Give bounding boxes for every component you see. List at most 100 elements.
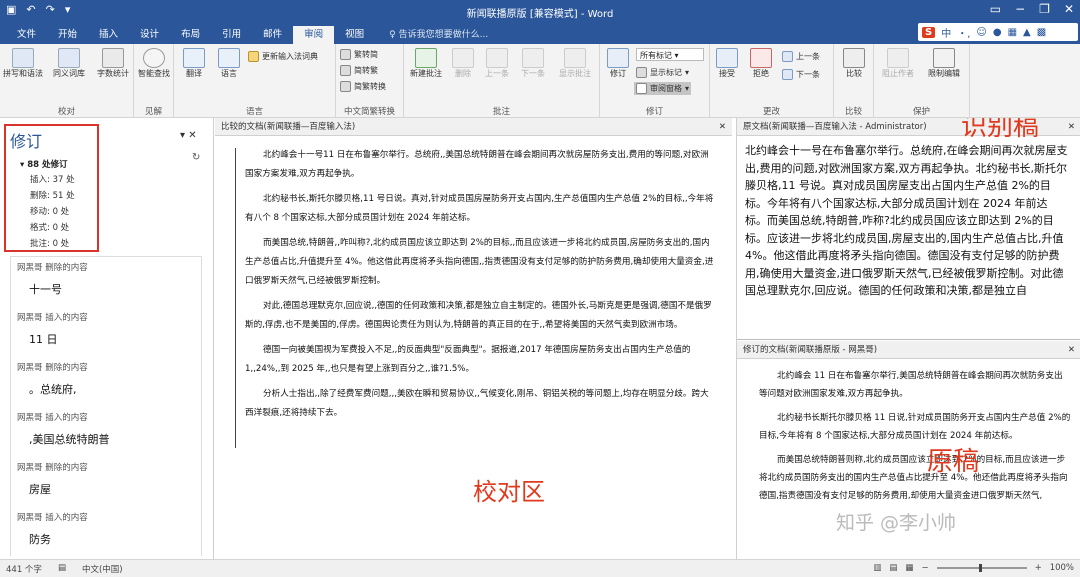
move-count: 移动: 0 处 [30, 207, 70, 217]
tab-layout[interactable]: 布局 [170, 26, 211, 44]
reject-button[interactable]: 拒绝 [746, 48, 776, 79]
compared-document-body[interactable]: 北约峰会十一号11 日在布鲁塞尔举行。总统府,,美国总统特朗普在峰会期间再次就房… [215, 136, 732, 448]
word-count[interactable]: 441 个字 [6, 563, 42, 575]
spelling-button[interactable]: 拼写和语法 [2, 48, 44, 79]
keyboard-icon[interactable]: ▦ [1008, 27, 1017, 38]
list-item[interactable]: 网黑哥 插入的内容 11 日 [17, 311, 88, 347]
punct-icon[interactable]: ・, [957, 25, 970, 40]
tab-review[interactable]: 审阅 [293, 26, 335, 44]
language-button[interactable]: 语言 [212, 48, 246, 79]
dictionary-icon [248, 51, 259, 62]
group-insights: 智能查找 见解 [134, 44, 174, 118]
delete-comment-button[interactable]: 删除 [448, 48, 478, 79]
chevron-down-icon: ▾ [685, 68, 690, 77]
trad-to-simp-icon [340, 49, 351, 60]
revised-document-body[interactable]: 北约峰会 11 日在布鲁塞尔举行,美国总统特朗普在峰会期间再次就防务支出等问题对… [737, 359, 1080, 505]
proofing-status-icon[interactable]: ▤ [58, 563, 66, 575]
tab-design[interactable]: 设计 [129, 26, 170, 44]
status-bar: 441 个字 ▤ 中文(中国) ▥ ▤ ▦ − + 100% [0, 559, 1080, 577]
close-icon[interactable]: ✕ [719, 118, 726, 136]
group-label: 中文简繁转换 [343, 107, 395, 117]
trad-to-simp-button[interactable]: 繁转简 [340, 48, 378, 61]
mic-icon[interactable]: ● [993, 27, 1002, 38]
list-item[interactable]: 网黑哥 删除的内容 十一号 [17, 261, 88, 297]
group-protect: 阻止作者 限制编辑 保护 [874, 44, 970, 118]
close-icon[interactable]: ✕ [1064, 2, 1074, 16]
prev-comment-button[interactable]: 上一条 [480, 48, 514, 79]
list-item[interactable]: 网黑哥 删除的内容 房屋 [17, 461, 88, 497]
maximize-icon[interactable]: ❐ [1039, 2, 1050, 16]
word-count-icon [102, 48, 124, 68]
zoom-slider[interactable] [936, 564, 1027, 572]
update-ime-dict-button[interactable]: 更新输入法词典 [248, 50, 318, 63]
read-mode-icon[interactable]: ▥ [873, 563, 881, 573]
search-icon [143, 48, 165, 68]
list-item[interactable]: 网黑哥 删除的内容 。总统府, [17, 361, 88, 397]
translate-button[interactable]: 翻译 [176, 48, 212, 79]
show-markup-button[interactable]: 显示标记 ▾ [636, 66, 689, 79]
thesaurus-button[interactable]: 同义词库 [48, 48, 90, 79]
tab-home[interactable]: 开始 [47, 26, 88, 44]
pane-menu-icon[interactable]: ▾ [180, 130, 185, 141]
close-icon[interactable]: ✕ [1068, 341, 1075, 359]
close-icon[interactable]: ✕ [1068, 118, 1075, 136]
window-title: 新闻联播原版 [兼容模式] - Word [466, 9, 614, 20]
group-changes: 接受 拒绝 上一条 下一条 更改 [710, 44, 834, 118]
reviewing-pane-button[interactable]: 审阅窗格 ▾ [634, 82, 692, 95]
tab-file[interactable]: 文件 [6, 26, 47, 44]
next-comment-button[interactable]: 下一条 [516, 48, 550, 79]
tell-me-box[interactable]: ♀ 告诉我您想要做什么... [389, 26, 488, 44]
web-layout-icon[interactable]: ▦ [905, 563, 913, 573]
ribbon: 拼写和语法 同义词库 字数统计 校对 智能查找 见解 翻译 语言 更新输入法词典… [0, 44, 1080, 118]
tab-view[interactable]: 视图 [334, 26, 375, 44]
show-comments-button[interactable]: 显示批注 [552, 48, 598, 79]
zoom-out-icon[interactable]: − [921, 563, 928, 573]
prev-change-button[interactable]: 上一条 [782, 50, 820, 63]
tab-mailings[interactable]: 邮件 [252, 26, 293, 44]
shirt-icon[interactable]: ▲ [1023, 27, 1031, 38]
new-comment-button[interactable]: 新建批注 [406, 48, 446, 79]
compare-icon [843, 48, 865, 68]
sogou-icon[interactable]: S [922, 26, 936, 38]
group-label: 更改 [762, 107, 780, 117]
zoom-slider-handle[interactable] [978, 564, 982, 572]
accept-button[interactable]: 接受 [712, 48, 742, 79]
show-markup-icon [636, 67, 647, 78]
emoji-icon[interactable]: ☺ [976, 27, 986, 38]
revision-list: 网黑哥 删除的内容 十一号 网黑哥 插入的内容 11 日 网黑哥 删除的内容 。总统府… [10, 256, 202, 556]
smart-lookup-button[interactable]: 智能查找 [136, 48, 172, 79]
tools-icon[interactable]: ▩ [1037, 27, 1046, 38]
original-document-body[interactable]: 北约峰会十一号在布鲁塞尔举行。总统府,在峰会期间再次就房屋支出,费用的问题,对欧… [737, 136, 1080, 300]
block-authors-icon [887, 48, 909, 68]
ime-mode[interactable]: 中 [941, 25, 951, 40]
markup-select[interactable]: 所有标记 ▾ [636, 48, 704, 61]
prev-comment-icon [486, 48, 508, 68]
translate-icon [183, 48, 205, 68]
list-item[interactable]: 网黑哥 插入的内容 ,美国总统特朗普 [17, 411, 110, 447]
proof-area-label: 校对区 [473, 478, 545, 506]
minimize-icon[interactable]: − [1015, 2, 1025, 16]
list-item[interactable]: 网黑哥 插入的内容 防务 [17, 511, 88, 547]
ribbon-display-icon[interactable]: ▭ [990, 2, 1001, 16]
original-label: 原稿 [927, 447, 980, 477]
revision-count[interactable]: ▾ 88 处修订 [20, 158, 68, 170]
simp-to-trad-button[interactable]: 简转繁 [340, 64, 378, 77]
next-change-button[interactable]: 下一条 [782, 68, 820, 81]
lock-icon [933, 48, 955, 68]
word-count-button[interactable]: 字数统计 [94, 48, 132, 79]
block-authors-button[interactable]: 阻止作者 [876, 48, 920, 79]
zoom-level[interactable]: 100% [1050, 563, 1074, 573]
language-status[interactable]: 中文(中国) [82, 563, 123, 575]
tab-references[interactable]: 引用 [211, 26, 252, 44]
compare-button[interactable]: 比较 [836, 48, 872, 79]
close-icon[interactable]: ✕ [188, 130, 196, 141]
track-changes-button[interactable]: 修订 [602, 48, 634, 79]
print-layout-icon[interactable]: ▤ [889, 563, 897, 573]
simp-trad-convert-button[interactable]: 简繁转换 [340, 80, 386, 93]
group-label: 保护 [912, 107, 930, 117]
restrict-editing-button[interactable]: 限制编辑 [922, 48, 966, 79]
zoom-in-icon[interactable]: + [1035, 563, 1042, 573]
refresh-icon[interactable]: ↻ [192, 152, 200, 163]
delete-comment-icon [452, 48, 474, 68]
tab-insert[interactable]: 插入 [88, 26, 129, 44]
